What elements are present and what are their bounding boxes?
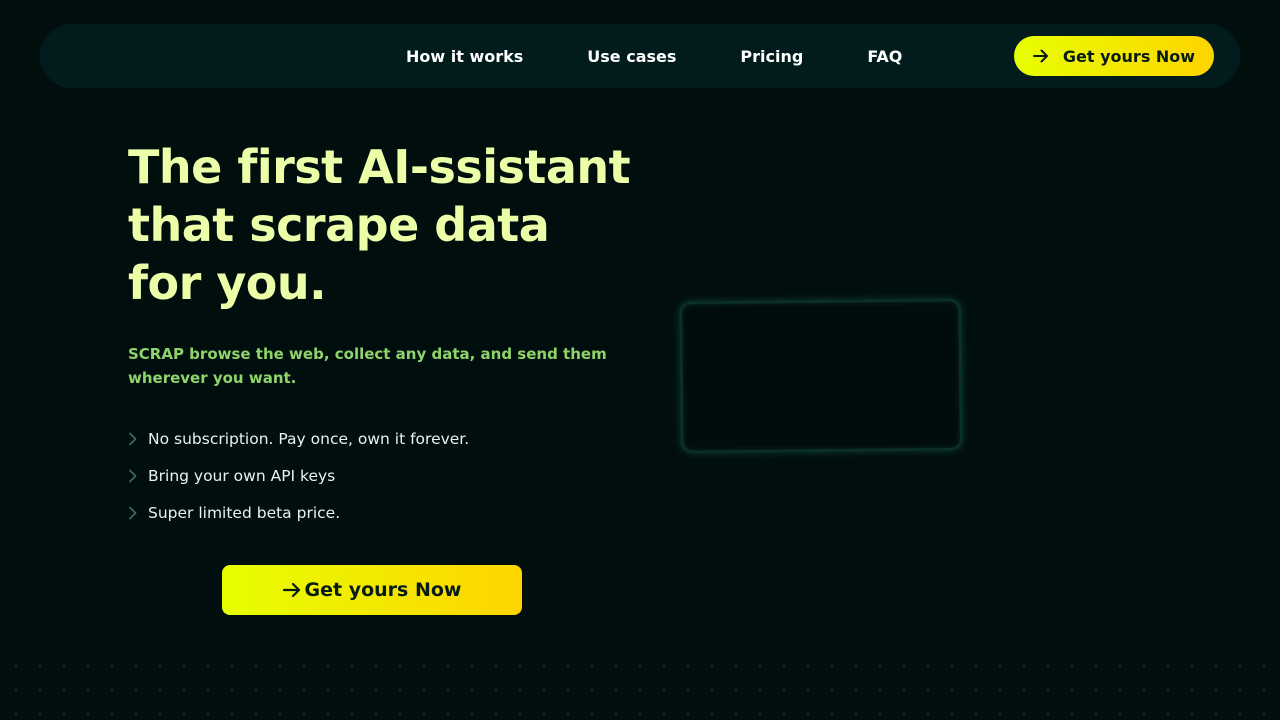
feature-list: No subscription. Pay once, own it foreve… (128, 427, 469, 538)
hero-get-yours-button[interactable]: Get yours Now (222, 565, 522, 615)
dot-pattern-background (0, 650, 1280, 720)
chevron-right-icon (128, 506, 140, 520)
feature-text: Bring your own API keys (148, 467, 336, 485)
nav-link-pricing[interactable]: Pricing (740, 47, 803, 66)
hero-subtitle-line: wherever you want. (128, 369, 297, 387)
nav-cta-label: Get yours Now (1062, 46, 1196, 66)
chevron-right-icon (128, 469, 140, 483)
feature-item: Super limited beta price. (128, 501, 469, 525)
hero-title-line: The first AI-ssistant (128, 140, 631, 194)
feature-item: Bring your own API keys (128, 464, 469, 488)
hero-title-line: for you. (128, 256, 327, 310)
nav-link-how-it-works[interactable]: How it works (406, 47, 523, 66)
feature-text: Super limited beta price. (148, 504, 341, 522)
feature-item: No subscription. Pay once, own it foreve… (128, 427, 469, 451)
nav-link-use-cases[interactable]: Use cases (587, 47, 676, 66)
arrow-right-icon (282, 582, 301, 598)
hero-cta-label: Get yours Now (304, 579, 462, 601)
nav-get-yours-button[interactable]: Get yours Now (1014, 36, 1214, 76)
preview-card (679, 298, 963, 454)
hero-subtitle: SCRAP browse the web, collect any data, … (128, 342, 628, 390)
nav-links: How it works Use cases Pricing FAQ (406, 24, 902, 88)
hero-subtitle-line: SCRAP browse the web, collect any data, … (128, 345, 607, 363)
hero-title: The first AI-ssistant that scrape data f… (128, 138, 648, 312)
arrow-right-icon (1032, 49, 1049, 63)
nav-link-faq[interactable]: FAQ (867, 47, 902, 66)
top-navbar: How it works Use cases Pricing FAQ Get y… (40, 24, 1240, 88)
chevron-right-icon (128, 432, 140, 446)
hero-title-line: that scrape data (128, 198, 550, 252)
feature-text: No subscription. Pay once, own it foreve… (148, 430, 470, 448)
